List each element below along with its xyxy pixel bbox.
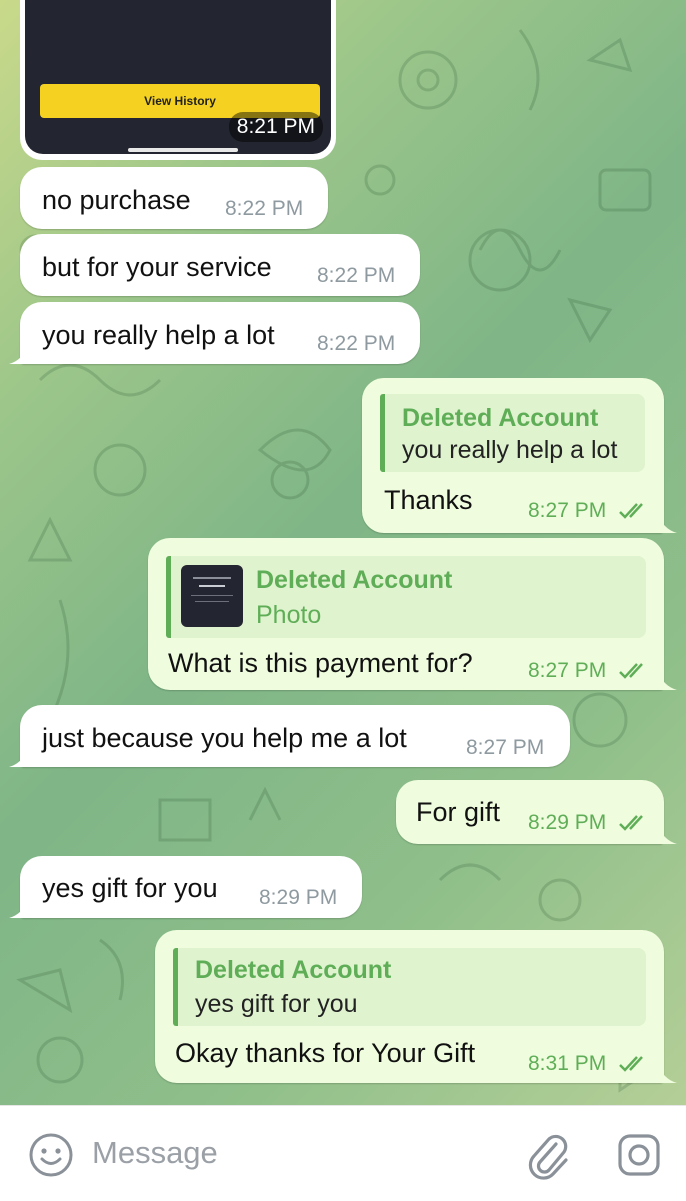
- incoming-message[interactable]: no purchase 8:22 PM: [20, 167, 328, 229]
- screenshot-image-message[interactable]: View History 8:21 PM: [20, 0, 336, 160]
- screenshot-image: View History 8:21 PM: [25, 0, 331, 154]
- message-time: 8:22 PM: [225, 197, 304, 220]
- message-text: yes gift for you: [42, 873, 218, 903]
- message-time: 8:27 PM: [528, 659, 607, 682]
- reply-preview[interactable]: Deleted Account yes gift for you: [173, 948, 646, 1026]
- bubble-tail: [657, 513, 677, 533]
- read-checkmarks-icon: [619, 663, 643, 679]
- reply-preview[interactable]: Deleted Account you really help a lot: [380, 394, 645, 472]
- message-text: no purchase: [42, 185, 191, 215]
- message-text: but for your service: [42, 252, 272, 282]
- message-text: Okay thanks for Your Gift: [175, 1038, 476, 1068]
- bubble-tail: [657, 1063, 677, 1083]
- reply-author: Deleted Account: [256, 566, 453, 594]
- reply-photo-thumbnail: [181, 565, 243, 627]
- message-time: 8:29 PM: [259, 886, 338, 909]
- message-time: 8:27 PM: [466, 736, 545, 759]
- outgoing-message[interactable]: Deleted Account you really help a lot Th…: [362, 378, 664, 533]
- incoming-message[interactable]: you really help a lot 8:22 PM: [20, 302, 420, 364]
- message-input[interactable]: [92, 1128, 512, 1178]
- message-text: you really help a lot: [42, 320, 275, 350]
- bubble-tail: [9, 898, 29, 918]
- incoming-message[interactable]: but for your service 8:22 PM: [20, 234, 420, 296]
- bubble-tail: [9, 344, 29, 364]
- message-time: 8:29 PM: [528, 811, 607, 834]
- bubble-tail: [657, 824, 677, 844]
- bubble-tail: [657, 670, 677, 690]
- reply-author: Deleted Account: [195, 956, 392, 984]
- outgoing-message[interactable]: For gift 8:29 PM: [396, 780, 664, 844]
- reply-author: Deleted Account: [402, 404, 599, 432]
- reply-preview[interactable]: Deleted Account Photo: [166, 556, 646, 638]
- reply-accent-bar: [380, 394, 385, 472]
- read-checkmarks-icon: [619, 1056, 643, 1072]
- reply-text: you really help a lot: [402, 436, 618, 464]
- message-time: 8:22 PM: [317, 264, 396, 287]
- outgoing-message[interactable]: Deleted Account Photo What is this payme…: [148, 538, 664, 690]
- reply-accent-bar: [173, 948, 178, 1026]
- camera-icon[interactable]: [616, 1132, 662, 1178]
- read-checkmarks-icon: [619, 503, 643, 519]
- reply-text: Photo: [256, 601, 322, 629]
- message-time: 8:22 PM: [317, 332, 396, 355]
- read-checkmarks-icon: [619, 815, 643, 831]
- home-indicator: [128, 148, 238, 152]
- message-time: 8:31 PM: [528, 1052, 607, 1075]
- reply-text: yes gift for you: [195, 990, 358, 1018]
- reply-accent-bar: [166, 556, 171, 638]
- message-time: 8:27 PM: [528, 499, 607, 522]
- message-text: What is this payment for?: [168, 648, 473, 678]
- message-text: For gift: [416, 797, 501, 827]
- incoming-message[interactable]: just because you help me a lot 8:27 PM: [20, 705, 570, 767]
- message-text: Thanks: [384, 485, 473, 515]
- message-text: just because you help me a lot: [42, 723, 407, 753]
- incoming-message[interactable]: yes gift for you 8:29 PM: [20, 856, 362, 918]
- bubble-tail: [9, 747, 29, 767]
- outgoing-message[interactable]: Deleted Account yes gift for you Okay th…: [155, 930, 664, 1083]
- paperclip-icon[interactable]: [526, 1130, 572, 1180]
- emoji-icon[interactable]: [28, 1132, 74, 1178]
- message-time: 8:21 PM: [228, 112, 323, 142]
- message-composer: [0, 1105, 686, 1201]
